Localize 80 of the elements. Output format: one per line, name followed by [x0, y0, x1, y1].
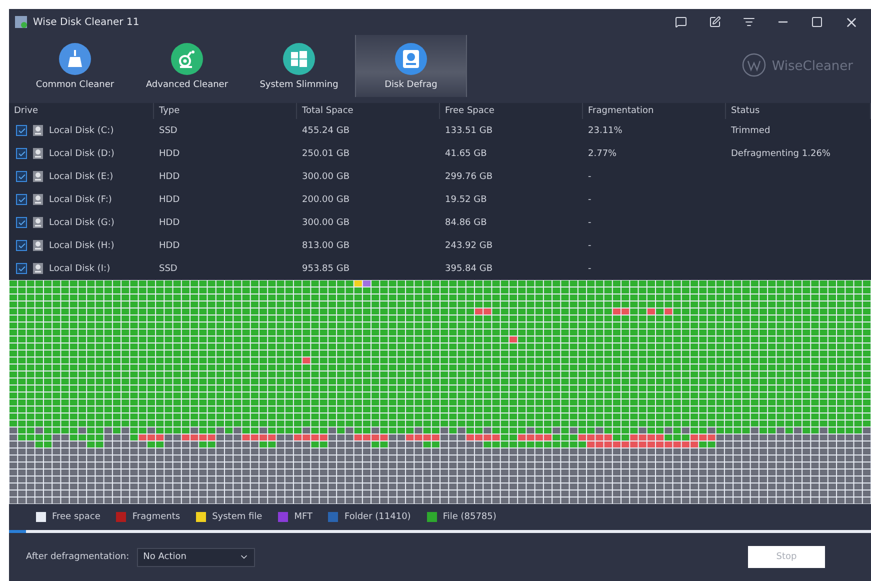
table-cell-text: 243.92 GB	[444, 240, 494, 252]
brand-logo-icon	[742, 53, 768, 79]
legend-label: MFT	[294, 512, 312, 522]
edit-icon	[709, 16, 721, 28]
nav-tab[interactable]: Advanced Cleaner	[131, 35, 243, 97]
table-cell-text: SSD	[158, 262, 178, 276]
hard-drive-icon	[33, 171, 43, 182]
table-cell-text: Defragmenting 1.26%	[730, 148, 832, 160]
maximize-icon	[811, 16, 823, 28]
table-cell-text: HDD	[158, 148, 181, 160]
legend-label: System file	[212, 512, 262, 522]
table-cell-text: 395.84 GB	[444, 262, 494, 276]
hard-drive-icon	[33, 263, 43, 274]
window-title: Wise Disk Cleaner 11	[33, 16, 140, 28]
table-cell-text: HDD	[158, 170, 181, 184]
drive-checkbox[interactable]	[16, 194, 27, 205]
table-cell-text: 133.51 GB	[444, 124, 494, 138]
app-logo-icon	[15, 16, 27, 28]
after-defrag-label: After defragmentation:	[26, 552, 130, 562]
legend-label: Folder (11410)	[344, 512, 411, 522]
drive-name: Local Disk (G:)	[49, 216, 114, 230]
nav-tab[interactable]: Common Cleaner	[19, 35, 131, 97]
legend-label: File (85785)	[442, 512, 496, 522]
table-cell-text: -	[587, 216, 592, 230]
broom-icon	[67, 50, 83, 68]
table-cell-text: -	[587, 170, 592, 184]
table-cell-text: 2.77%	[587, 148, 618, 160]
drive-name: Local Disk (F:)	[49, 194, 112, 206]
drive-name: Local Disk (H:)	[49, 240, 114, 252]
column-header[interactable]: Fragmentation	[583, 103, 726, 119]
table-cell-text: HDD	[158, 240, 181, 252]
drive-name: Local Disk (D:)	[49, 148, 114, 160]
column-header[interactable]: Drive	[9, 103, 154, 119]
drive-checkbox[interactable]	[16, 125, 27, 136]
hard-drive-icon	[33, 194, 43, 205]
table-cell-text: 300.00 GB	[301, 216, 351, 230]
table-cell-text: 200.00 GB	[301, 194, 351, 206]
legend-label: Free space	[52, 512, 100, 522]
drive-name: Local Disk (E:)	[49, 170, 114, 184]
list-icon	[743, 16, 755, 28]
table-cell-text: 41.65 GB	[444, 148, 488, 160]
table-cell-text: -	[587, 194, 592, 206]
table-cell-text: 953.85 GB	[301, 262, 351, 276]
column-header[interactable]: Total Space	[297, 103, 440, 119]
drive-checkbox[interactable]	[16, 217, 27, 228]
table-cell-text: 300.00 GB	[301, 170, 351, 184]
drive-checkbox[interactable]	[16, 263, 27, 274]
table-cell-text: 250.01 GB	[301, 148, 351, 160]
drive-name: Local Disk (C:)	[49, 124, 114, 138]
drive-checkbox[interactable]	[16, 148, 27, 159]
table-cell-text: 23.11%	[587, 124, 624, 138]
table-cell-text: 455.24 GB	[301, 124, 351, 138]
column-header[interactable]: Type	[154, 103, 297, 119]
nav-tab[interactable]: System Slimming	[243, 35, 355, 97]
table-cell-text: -	[587, 262, 592, 276]
table-cell-text: 813.00 GB	[301, 240, 351, 252]
action-dropdown[interactable]: No Action	[137, 548, 256, 566]
table-cell-text: 84.86 GB	[444, 216, 488, 230]
drive-name: Local Disk (I:)	[49, 262, 110, 276]
table-cell-text: HDD	[158, 194, 181, 206]
chat-icon	[675, 16, 687, 28]
table-cell-text: 19.52 GB	[444, 194, 488, 206]
hard-drive-icon	[33, 125, 43, 136]
legend-label: Fragments	[132, 512, 180, 522]
brand-name: WiseCleaner	[772, 58, 853, 74]
drive-checkbox[interactable]	[16, 240, 27, 251]
table-cell-text: Trimmed	[730, 124, 772, 138]
hard-drive-icon	[33, 148, 43, 159]
table-cell-text: 299.76 GB	[444, 170, 494, 184]
table-cell-text: HDD	[158, 216, 181, 230]
windows-icon	[291, 50, 307, 66]
hard-drive-icon	[33, 217, 43, 228]
table-cell-text: SSD	[158, 124, 178, 138]
vacuum-icon	[178, 50, 196, 68]
nav-tab[interactable]: Disk Defrag	[355, 35, 467, 97]
table-cell-text: -	[587, 240, 592, 252]
drive-checkbox[interactable]	[16, 171, 27, 182]
column-header[interactable]: Free Space	[440, 103, 583, 119]
hard-drive-icon	[33, 240, 43, 251]
column-header[interactable]: Status	[726, 103, 871, 119]
